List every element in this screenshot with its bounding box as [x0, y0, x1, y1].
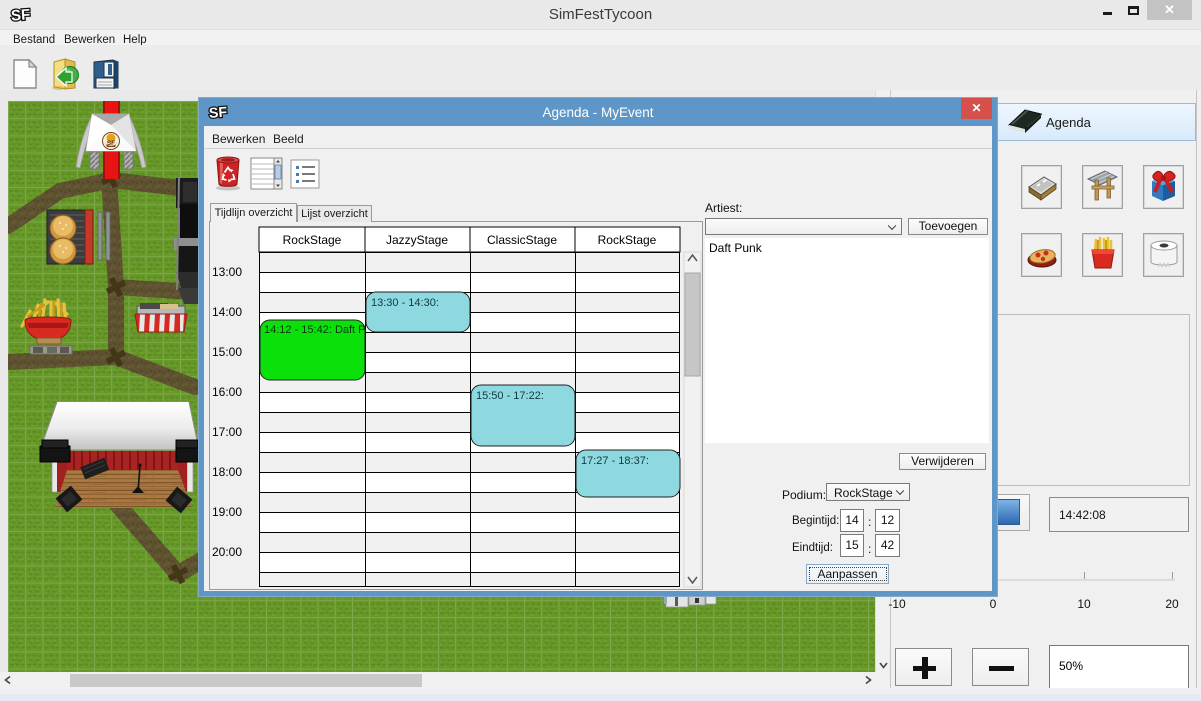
svg-text:13:00: 13:00: [212, 265, 242, 279]
svg-text:RockStage: RockStage: [283, 233, 342, 247]
svg-text:14:00: 14:00: [212, 305, 242, 319]
svg-text:15:50 - 17:22:: 15:50 - 17:22:: [476, 390, 544, 402]
svg-text:13:30 - 14:30:: 13:30 - 14:30:: [371, 297, 439, 309]
svg-text:RockStage: RockStage: [598, 233, 657, 247]
svg-text:SF: SF: [107, 140, 115, 147]
svg-text:15:00: 15:00: [212, 345, 242, 359]
svg-text:18:00: 18:00: [212, 465, 242, 479]
svg-text:19:00: 19:00: [212, 505, 242, 519]
svg-text:14:12 - 15:42: Daft P: 14:12 - 15:42: Daft P: [264, 324, 366, 336]
svg-text:JazzyStage: JazzyStage: [386, 233, 448, 247]
svg-text:ClassicStage: ClassicStage: [487, 233, 557, 247]
svg-text:17:00: 17:00: [212, 425, 242, 439]
svg-text:20:00: 20:00: [212, 545, 242, 559]
svg-text:16:00: 16:00: [212, 385, 242, 399]
svg-text:SF: SF: [208, 105, 228, 122]
svg-text:17:27 - 18:37:: 17:27 - 18:37:: [581, 455, 649, 467]
svg-text:SF: SF: [10, 6, 30, 24]
